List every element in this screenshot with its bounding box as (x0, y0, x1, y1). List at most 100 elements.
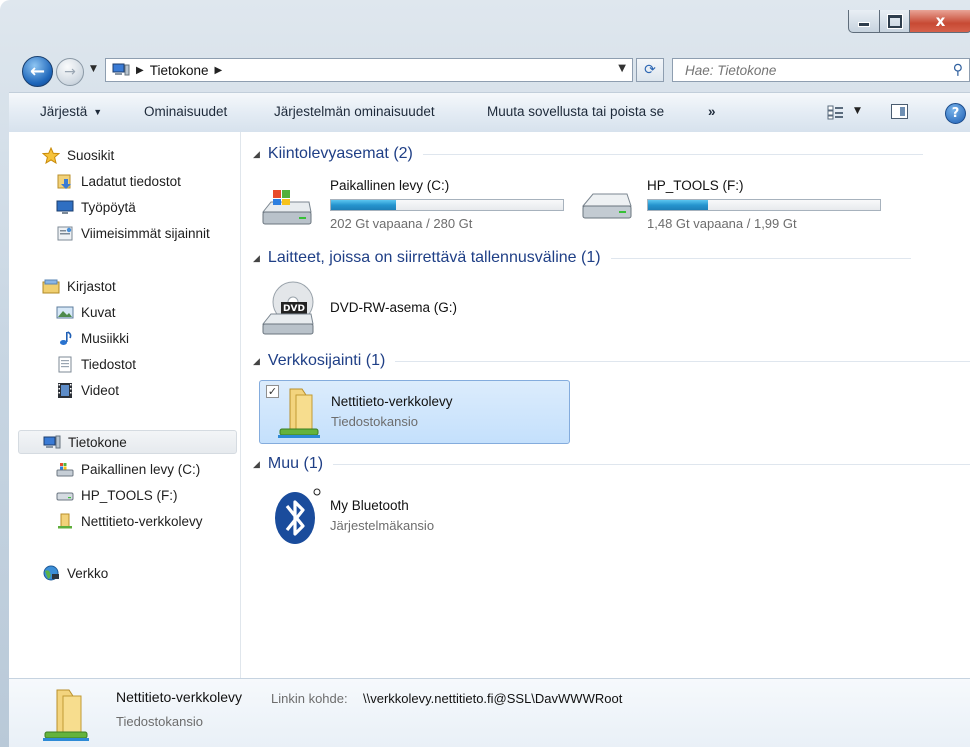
group-title: Kiintolevyasemat (2) (267, 145, 413, 162)
group-header-network-location[interactable]: ◢ Verkkosijainti (1) (253, 352, 970, 370)
bluetooth-tile[interactable]: My Bluetooth Järjestelmäkansio (261, 484, 581, 548)
bluetooth-type: Järjestelmäkansio (330, 518, 435, 533)
system-drive-icon (56, 463, 74, 477)
sidebar-item-hp-tools[interactable]: HP_TOOLS (F:) (56, 487, 178, 504)
forward-arrow-icon: → (64, 64, 76, 80)
sidebar-item-documents[interactable]: Tiedostot (56, 356, 136, 373)
network-folder-icon (278, 388, 320, 438)
drive-usage-bar (330, 199, 564, 211)
address-bar[interactable]: ▶ Tietokone ▶ ▼ (105, 58, 633, 82)
maximize-button[interactable] (879, 10, 910, 33)
forward-button[interactable]: → (56, 58, 84, 86)
hard-drive-icon (581, 193, 632, 219)
minimize-icon (858, 21, 870, 27)
group-divider (395, 360, 970, 362)
command-bar: Järjestä ▼ Ominaisuudet Järjestelmän omin… (9, 92, 970, 133)
breadcrumb-separator[interactable]: ▶ (215, 65, 223, 76)
address-dropdown-icon[interactable]: ▼ (618, 63, 626, 74)
libraries-icon (42, 279, 60, 294)
refresh-button[interactable]: ⟳ (636, 58, 664, 82)
music-icon (60, 331, 72, 345)
content-area: Suosikit Ladatut tiedostot Työpöytä Viim… (9, 132, 970, 678)
chevron-down-icon: ▼ (93, 107, 103, 117)
recent-places-icon (57, 226, 73, 241)
group-title: Laitteet, joissa on siirrettävä tallennu… (267, 249, 601, 266)
search-icon[interactable]: ⚲ (953, 62, 963, 78)
details-pane: Nettitieto-verkkolevy Linkin kohde: \\ve… (9, 678, 970, 747)
breadcrumb-separator[interactable]: ▶ (136, 65, 144, 76)
refresh-icon: ⟳ (644, 62, 656, 78)
computer-icon (43, 435, 61, 448)
group-header-hard-disks[interactable]: ◢ Kiintolevyasemat (2) (253, 145, 923, 163)
sidebar-item-label: Nettitieto-verkkolevy (81, 514, 203, 529)
search-box[interactable]: ⚲ (672, 58, 970, 82)
drive-usage-fill (648, 200, 709, 210)
drive-tile-c[interactable]: Paikallinen levy (C:) 202 Gt vapaana / 2… (261, 176, 581, 234)
bluetooth-name: My Bluetooth (330, 498, 409, 513)
recent-pages-dropdown[interactable]: ▼ (90, 64, 97, 74)
preview-pane-toggle[interactable] (891, 104, 908, 119)
sidebar-item-music[interactable]: Musiikki (56, 330, 129, 347)
sidebar-item-label: Työpöytä (81, 200, 136, 215)
help-icon: ? (951, 106, 960, 121)
collapse-triangle-icon[interactable]: ◢ (253, 253, 260, 264)
drive-tile-dvd[interactable]: DVD DVD-RW-asema (G:) (261, 280, 581, 340)
sidebar-item-favorites[interactable]: Suosikit (42, 147, 114, 164)
system-drive-icon (261, 190, 312, 225)
navigation-bar: ← → ▼ ▶ Tietokone ▶ ▼ ⟳ ⚲ (0, 52, 970, 88)
organize-menu[interactable]: Järjestä ▼ (40, 104, 102, 119)
uninstall-button[interactable]: Muuta sovellusta tai poista se (487, 104, 664, 119)
properties-button[interactable]: Ominaisuudet (144, 104, 227, 119)
minimize-button[interactable] (848, 10, 880, 33)
network-folder-icon (58, 513, 72, 529)
help-button[interactable]: ? (945, 103, 966, 124)
group-divider (422, 153, 923, 155)
sidebar-item-videos[interactable]: Videot (56, 382, 119, 399)
sidebar-item-label: Musiikki (81, 331, 130, 346)
search-input[interactable] (683, 61, 927, 79)
network-icon (43, 565, 59, 581)
drive-free-space: 202 Gt vapaana / 280 Gt (330, 216, 473, 231)
network-location-tile[interactable]: ✓ Nettitieto-verkkolevy Tiedostokansio (259, 380, 570, 444)
dvd-drive-icon: DVD (261, 281, 314, 335)
sidebar-item-pictures[interactable]: Kuvat (56, 304, 116, 321)
sidebar-item-libraries[interactable]: Kirjastot (42, 278, 116, 295)
sidebar-item-label: HP_TOOLS (F:) (81, 488, 178, 503)
sidebar-item-desktop[interactable]: Työpöytä (56, 199, 136, 216)
collapse-triangle-icon[interactable]: ◢ (253, 459, 260, 470)
back-arrow-icon: ← (29, 61, 46, 82)
sidebar-item-downloads[interactable]: Ladatut tiedostot (56, 173, 181, 190)
organize-label: Järjestä (40, 104, 88, 119)
group-header-removable[interactable]: ◢ Laitteet, joissa on siirrettävä tallen… (253, 249, 911, 267)
sidebar-item-recent-places[interactable]: Viimeisimmät sijainnit (56, 225, 210, 242)
sidebar-item-computer[interactable]: Tietokone (18, 430, 237, 454)
sidebar-item-label: Suosikit (67, 148, 115, 163)
breadcrumb-computer[interactable]: Tietokone (150, 63, 209, 78)
change-view-icon[interactable] (827, 105, 845, 120)
more-commands-button[interactable]: » (708, 104, 716, 119)
file-list[interactable]: ◢ Kiintolevyasemat (2) Paikallinen levy … (241, 132, 970, 678)
group-divider (333, 463, 970, 465)
collapse-triangle-icon[interactable]: ◢ (253, 356, 260, 367)
bluetooth-icon (275, 488, 321, 544)
drive-usage-fill (331, 200, 396, 210)
close-button[interactable]: x (909, 10, 970, 33)
sidebar-item-local-disk-c[interactable]: Paikallinen levy (C:) (56, 461, 200, 478)
hard-drive-icon (56, 492, 74, 501)
collapse-triangle-icon[interactable]: ◢ (253, 149, 260, 160)
sidebar-item-network[interactable]: Verkko (42, 565, 108, 582)
sidebar-item-label: Kirjastot (67, 279, 116, 294)
maximize-icon (887, 14, 902, 28)
navigation-pane[interactable]: Suosikit Ladatut tiedostot Työpöytä Viim… (9, 132, 241, 678)
pictures-icon (56, 306, 74, 319)
desktop-icon (56, 200, 74, 214)
sidebar-item-network-drive[interactable]: Nettitieto-verkkolevy (56, 513, 203, 530)
details-link-label: Linkin kohde: (271, 691, 348, 706)
details-link-value: \\verkkolevy.nettitieto.fi@SSL\DavWWWRoo… (363, 691, 623, 706)
group-header-other[interactable]: ◢ Muu (1) (253, 455, 970, 473)
drive-usage-bar (647, 199, 881, 211)
back-button[interactable]: ← (22, 56, 53, 87)
view-options-dropdown-icon[interactable]: ▼ (854, 106, 861, 116)
drive-tile-f[interactable]: HP_TOOLS (F:) 1,48 Gt vapaana / 1,99 Gt (579, 176, 899, 234)
system-properties-button[interactable]: Järjestelmän ominaisuudet (274, 104, 435, 119)
